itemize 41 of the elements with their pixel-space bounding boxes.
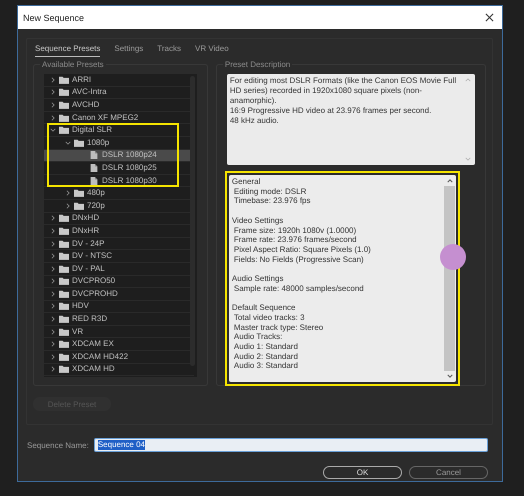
window-title: New Sequence: [23, 12, 84, 22]
section-heading: Audio Settings: [232, 274, 284, 284]
detail-line: Fields: No Fields (Progressive Scan): [232, 254, 365, 264]
tree-item[interactable]: XDCAM HD: [44, 364, 194, 376]
scroll-up-icon[interactable]: [446, 179, 453, 183]
file-icon: [89, 164, 99, 172]
sequence-name-label: Sequence Name:: [27, 440, 89, 450]
detail-line: Audio 2: Standard: [232, 352, 299, 362]
detail-line: Frame size: 1920h 1080v (1.0000): [232, 226, 358, 236]
cursor-highlight: [440, 244, 466, 270]
sequence-name-field[interactable]: Sequence 04: [94, 438, 488, 452]
tab[interactable]: Tracks: [157, 43, 181, 57]
group-title: Available Presets: [40, 59, 106, 70]
description-text: 16:9 Progressive HD video at 23.976 frames per second.: [230, 106, 432, 116]
file-icon: [89, 151, 99, 160]
chevron-down-icon[interactable]: [50, 127, 56, 134]
tab[interactable]: VR Video: [194, 43, 229, 57]
detail-line: Sample rate: 48000 samples/second: [232, 284, 365, 294]
scroll-down-icon[interactable]: [446, 374, 453, 378]
ok-button[interactable]: OK: [323, 466, 402, 479]
cancel-button[interactable]: Cancel: [409, 466, 488, 479]
detail-line: Audio 3: Standard: [232, 361, 299, 372]
file-icon: [89, 176, 99, 185]
chevron-down-icon[interactable]: [65, 140, 71, 146]
description-text: 48 kHz audio.: [230, 116, 280, 126]
detail-line: Master track type: Stereo: [232, 322, 324, 332]
section-heading: Default Sequence: [232, 303, 296, 313]
detail-line: Total video tracks: 3: [232, 312, 306, 322]
section-heading: General: [232, 177, 262, 187]
tab[interactable]: Settings: [114, 43, 144, 57]
description-text: For editing most DSLR Formats (like the Canon EOS Movie Full HD series) recorded in 1920x1080 square pixels (non-anamorphic).: [230, 76, 458, 106]
section-heading: Video Settings: [232, 216, 284, 226]
close-icon[interactable]: [485, 13, 494, 22]
detail-line: Pixel Aspect Ratio: Square Pixels (1.0): [232, 244, 372, 255]
tab[interactable]: Sequence Presets: [35, 43, 100, 57]
detail-line: Audio 1: Standard: [232, 342, 299, 352]
detail-line: Timebase: 23.976 fps: [232, 196, 312, 206]
detail-line: Editing mode: DSLR: [232, 186, 308, 196]
detail-line: Frame rate: 23.976 frames/second: [232, 235, 358, 245]
detail-line: Audio Tracks:: [232, 332, 284, 342]
group-title: Preset Description: [222, 59, 292, 70]
